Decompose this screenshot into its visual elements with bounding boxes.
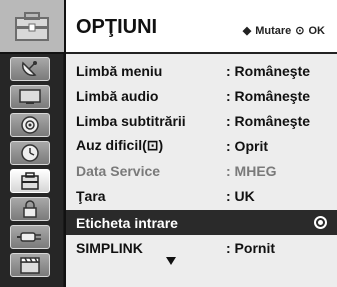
row-value: : Româneşte bbox=[226, 112, 311, 129]
options-panel: OPŢIUNI ◆ Mutare ⊙ OK Limbă meniu : Româ… bbox=[64, 0, 337, 287]
sidebar-item-input[interactable] bbox=[10, 225, 50, 249]
navigation-hint: ◆ Mutare ⊙ OK bbox=[242, 24, 326, 38]
row-label: Limbă audio bbox=[76, 87, 159, 104]
row-value: : MHEG bbox=[226, 162, 277, 179]
row-value: : Oprit bbox=[226, 137, 268, 154]
sidebar-item-satellite[interactable] bbox=[10, 57, 50, 81]
row-label: Ţara bbox=[76, 187, 106, 204]
toolbox-icon bbox=[15, 12, 49, 41]
sidebar-item-media[interactable] bbox=[10, 253, 50, 277]
input-plug-icon bbox=[17, 232, 41, 242]
sidebar-item-picture[interactable] bbox=[10, 85, 50, 109]
hint-ok-label: OK bbox=[308, 24, 326, 37]
page-title: OPŢIUNI bbox=[76, 16, 158, 38]
menu-row-country[interactable]: Ţara : UK bbox=[66, 183, 337, 208]
osd-window: OPŢIUNI ◆ Mutare ⊙ OK Limbă meniu : Româ… bbox=[0, 0, 337, 287]
category-sidebar bbox=[0, 0, 64, 287]
row-label: SIMPLINK bbox=[76, 239, 143, 256]
menu-row-data-service: Data Service : MHEG bbox=[66, 158, 337, 183]
options-list: Limbă meniu : Româneşte Limbă audio : Ro… bbox=[66, 58, 337, 260]
clock-icon bbox=[21, 144, 39, 162]
tv-screen-icon bbox=[19, 89, 41, 104]
menu-row-audio-language[interactable]: Limbă audio : Româneşte bbox=[66, 83, 337, 108]
sidebar-header-icon-area bbox=[0, 0, 64, 54]
hint-move-label: Mutare bbox=[255, 24, 292, 37]
row-value: : UK bbox=[226, 187, 255, 204]
speaker-icon bbox=[21, 116, 39, 134]
row-label: Data Service bbox=[76, 162, 161, 179]
clapperboard-icon bbox=[20, 257, 40, 274]
row-label: Auz dificil(⊡) bbox=[76, 137, 164, 153]
scroll-down-arrow-icon[interactable] bbox=[166, 257, 176, 265]
sidebar-item-audio[interactable] bbox=[10, 113, 50, 137]
sidebar-item-time[interactable] bbox=[10, 141, 50, 165]
row-label: Limbă meniu bbox=[76, 62, 163, 79]
row-label: Limba subtitrării bbox=[76, 112, 186, 129]
row-label: Eticheta intrare bbox=[76, 214, 178, 231]
row-value: : Româneşte bbox=[226, 62, 311, 79]
menu-row-hard-of-hearing[interactable]: Auz dificil(⊡) : Oprit bbox=[66, 133, 337, 158]
row-value: : Pornit bbox=[226, 239, 275, 256]
ok-select-icon bbox=[314, 216, 327, 229]
options-icon bbox=[21, 172, 39, 190]
sidebar-item-options[interactable] bbox=[10, 169, 50, 193]
lock-icon bbox=[23, 200, 37, 218]
menu-row-simplink[interactable]: SIMPLINK : Pornit bbox=[66, 235, 337, 260]
ok-button-icon: ⊙ bbox=[295, 25, 305, 37]
row-value: : Româneşte bbox=[226, 87, 311, 104]
navigate-arrows-icon: ◆ bbox=[242, 25, 252, 37]
panel-header: OPŢIUNI ◆ Mutare ⊙ OK bbox=[66, 0, 337, 54]
menu-row-subtitle-language[interactable]: Limba subtitrării : Româneşte bbox=[66, 108, 337, 133]
satellite-dish-icon bbox=[21, 61, 37, 77]
menu-row-input-label[interactable]: Eticheta intrare bbox=[66, 210, 337, 235]
sidebar-item-lock[interactable] bbox=[10, 197, 50, 221]
menu-row-menu-language[interactable]: Limbă meniu : Româneşte bbox=[66, 58, 337, 83]
